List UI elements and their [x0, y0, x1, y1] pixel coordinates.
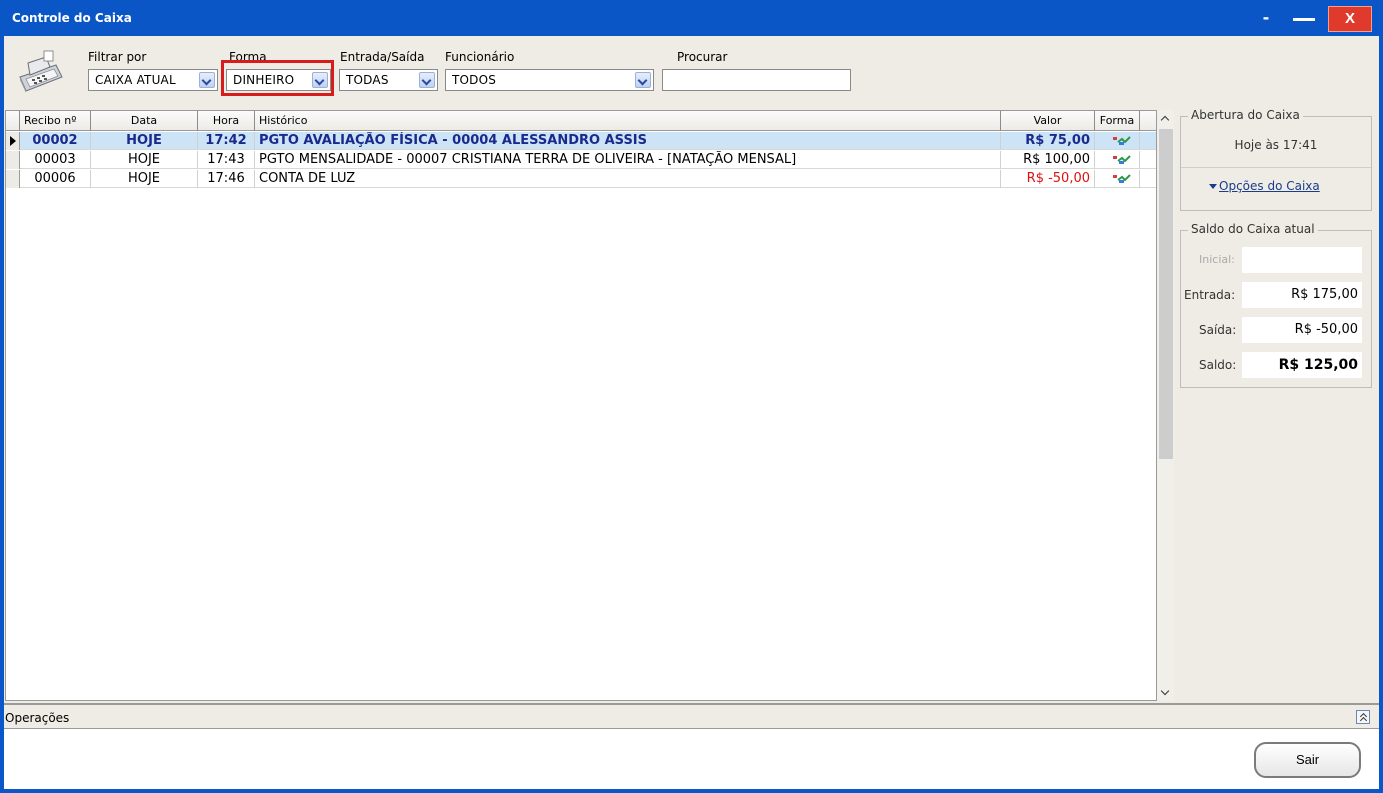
header-valor[interactable]: Valor	[1001, 111, 1095, 131]
cell-recibo: 00006	[20, 170, 91, 188]
cell-valor: R$ -50,00	[1001, 170, 1095, 188]
forma-highlight-box	[221, 60, 334, 96]
scroll-up-icon[interactable]	[1157, 110, 1174, 127]
minimize-button[interactable]	[1288, 6, 1320, 32]
window-content: Filtrar por Forma Entrada/Saída Funcioná…	[4, 36, 1379, 789]
saida-value: R$ -50,00	[1242, 317, 1362, 343]
abertura-divider	[1181, 167, 1371, 168]
funcionario-label: Funcionário	[445, 50, 515, 64]
filtrar-por-value: CAIXA ATUAL	[95, 73, 176, 87]
abertura-title: Abertura do Caixa	[1188, 108, 1303, 122]
cell-forma	[1095, 132, 1140, 150]
entrada-label: Entrada:	[1184, 288, 1236, 302]
cell-recibo: 00002	[20, 132, 91, 150]
cell-recibo: 00003	[20, 151, 91, 169]
procurar-label: Procurar	[677, 50, 728, 64]
funcionario-select[interactable]: TODOS	[445, 69, 654, 91]
cell-historico: PGTO AVALIAÇÃO FÍSICA - 00004 ALESSANDRO…	[255, 132, 1001, 150]
cell-hora: 17:46	[198, 170, 255, 188]
entrada-value: R$ 175,00	[1242, 282, 1362, 308]
saida-label: Saída:	[1199, 323, 1237, 337]
receipts-table[interactable]: Recibo nº Data Hora Histórico Valor Form…	[5, 110, 1157, 701]
entrada-saida-select[interactable]: TODAS	[339, 69, 438, 91]
header-data[interactable]: Data	[91, 111, 198, 131]
cell-historico: CONTA DE LUZ	[255, 170, 1001, 188]
close-button[interactable]: X	[1328, 6, 1372, 32]
abertura-text: Hoje às 17:41	[1234, 138, 1318, 152]
header-indicator	[6, 111, 20, 131]
header-hora[interactable]: Hora	[198, 111, 255, 131]
sair-button[interactable]: Sair	[1254, 742, 1361, 778]
collapse-icon[interactable]	[1356, 710, 1370, 724]
operacoes-label: Operações	[5, 711, 70, 725]
procurar-input[interactable]	[662, 69, 851, 91]
cell-hora: 17:42	[198, 132, 255, 150]
current-row-icon	[10, 136, 16, 146]
scroll-thumb[interactable]	[1159, 129, 1173, 459]
header-historico[interactable]: Histórico	[255, 111, 1001, 131]
chevron-down-icon[interactable]	[199, 72, 215, 88]
saldo-value: R$ 125,00	[1242, 352, 1362, 378]
cell-forma	[1095, 151, 1140, 169]
cell-hora: 17:43	[198, 151, 255, 169]
table-row[interactable]: 00002 HOJE 17:42 PGTO AVALIAÇÃO FÍSICA -…	[6, 132, 1156, 150]
cell-forma	[1095, 170, 1140, 188]
filtrar-por-label: Filtrar por	[88, 50, 147, 64]
inicial-label: Inicial:	[1199, 253, 1235, 266]
saldo-title: Saldo do Caixa atual	[1188, 222, 1318, 236]
scroll-down-icon[interactable]	[1157, 684, 1174, 701]
money-icon	[1113, 136, 1131, 145]
row-indicator	[6, 151, 20, 169]
dropdown-arrow-icon	[1209, 184, 1217, 189]
table-header: Recibo nº Data Hora Histórico Valor Form…	[6, 111, 1156, 131]
table-row[interactable]: 00003 HOJE 17:43 PGTO MENSALIDADE - 0000…	[6, 151, 1156, 169]
inicial-value	[1242, 247, 1362, 273]
table-scrollbar[interactable]	[1157, 110, 1174, 701]
operacoes-bar[interactable]: Operações	[4, 703, 1379, 729]
title-bar: Controle do Caixa - X	[0, 0, 1383, 36]
opcoes-caixa-link[interactable]: Opções do Caixa	[1219, 179, 1320, 193]
funcionario-value: TODOS	[452, 73, 497, 87]
cell-historico: PGTO MENSALIDADE - 00007 CRISTIANA TERRA…	[255, 151, 1001, 169]
header-forma[interactable]: Forma	[1095, 111, 1140, 131]
money-icon	[1113, 174, 1131, 183]
minimize-alt-button[interactable]: -	[1255, 6, 1277, 32]
abertura-group: Abertura do Caixa Hoje às 17:41 Opções d…	[1180, 108, 1372, 211]
chevron-down-icon[interactable]	[419, 72, 435, 88]
entrada-saida-label: Entrada/Saída	[340, 50, 425, 64]
cell-valor: R$ 75,00	[1001, 132, 1095, 150]
chevron-down-icon[interactable]	[635, 72, 651, 88]
entrada-saida-value: TODAS	[346, 73, 389, 87]
money-icon	[1113, 155, 1131, 164]
cell-data: HOJE	[91, 170, 198, 188]
row-indicator	[6, 170, 20, 188]
header-recibo[interactable]: Recibo nº	[20, 111, 91, 131]
minimize-icon	[1293, 18, 1315, 21]
row-indicator	[6, 132, 20, 150]
cell-data: HOJE	[91, 151, 198, 169]
saldo-group: Saldo do Caixa atual Inicial: Entrada: R…	[1180, 222, 1372, 388]
cell-valor: R$ 100,00	[1001, 151, 1095, 169]
cash-register-icon	[19, 50, 63, 93]
operacoes-panel: Sair	[4, 729, 1379, 789]
filtrar-por-select[interactable]: CAIXA ATUAL	[88, 69, 218, 91]
window-title: Controle do Caixa	[12, 11, 132, 25]
table-row[interactable]: 00006 HOJE 17:46 CONTA DE LUZ R$ -50,00	[6, 170, 1156, 188]
saldo-label: Saldo:	[1199, 358, 1237, 372]
cell-data: HOJE	[91, 132, 198, 150]
